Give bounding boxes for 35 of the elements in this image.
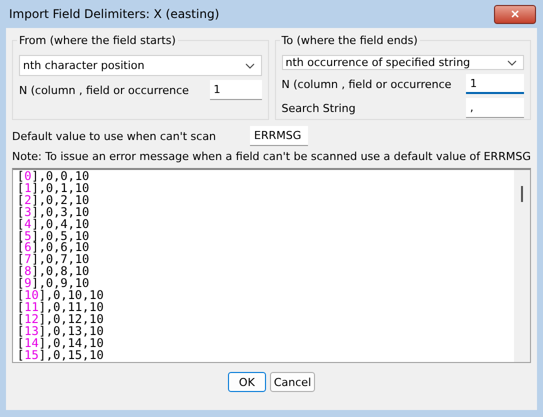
- ok-button[interactable]: OK: [228, 372, 266, 392]
- listing-line: [4],0,4,10: [17, 218, 90, 231]
- listing-line: [8],0,8,10: [17, 266, 90, 278]
- group-title: To (where the field ends): [280, 34, 419, 47]
- cancel-button[interactable]: Cancel: [270, 372, 316, 392]
- listing-line: [9],0,9,10: [17, 278, 90, 290]
- listing-line: [3],0,3,10: [17, 206, 90, 219]
- listing-line: [2],0,2,10: [17, 194, 90, 207]
- listing-line: [10],0,10,10: [17, 290, 105, 302]
- default-value-input[interactable]: ERRMSG: [250, 126, 308, 146]
- n-input[interactable]: 1: [466, 74, 524, 94]
- listing-line: [0],0,0,10: [17, 171, 90, 183]
- chevron-down-icon: [244, 62, 254, 68]
- listing-line: [7],0,7,10: [17, 254, 90, 266]
- scrollbar-thumb[interactable]: [521, 186, 523, 202]
- search-string-input[interactable]: ,: [466, 98, 524, 118]
- start-method-dropdown[interactable]: nth character position: [19, 55, 262, 76]
- group-title: From (where the field starts): [18, 34, 177, 47]
- listing-line: [14],0,14,10: [17, 338, 105, 350]
- listing-line: [11],0,11,10: [17, 302, 105, 314]
- listing-line: [5],0,5,10: [17, 230, 90, 242]
- field-label: Default value to use when can't scan: [12, 130, 216, 142]
- field-label: Search String: [282, 102, 356, 114]
- listing-line: [12],0,12,10: [17, 314, 105, 326]
- end-method-dropdown[interactable]: nth occurrence of specified string: [282, 55, 524, 70]
- listing-line: [1],0,1,10: [17, 182, 90, 195]
- listing-line: [13],0,13,10: [17, 326, 105, 338]
- chevron-down-icon: [507, 60, 517, 66]
- note-text: Note: To issue an error message when a field can't be scanned use a default value of ERRMSG: [12, 150, 531, 163]
- field-label: N (column , field or occurrence: [282, 78, 452, 90]
- n-input[interactable]: 1: [210, 80, 262, 100]
- listing-line: [15],0,15,10: [17, 350, 105, 362]
- listing-line: [6],0,6,10: [17, 242, 90, 254]
- window-title: Import Field Delimiters: X (easting): [9, 7, 220, 21]
- field-label: N (column , field or occurrence: [19, 84, 189, 96]
